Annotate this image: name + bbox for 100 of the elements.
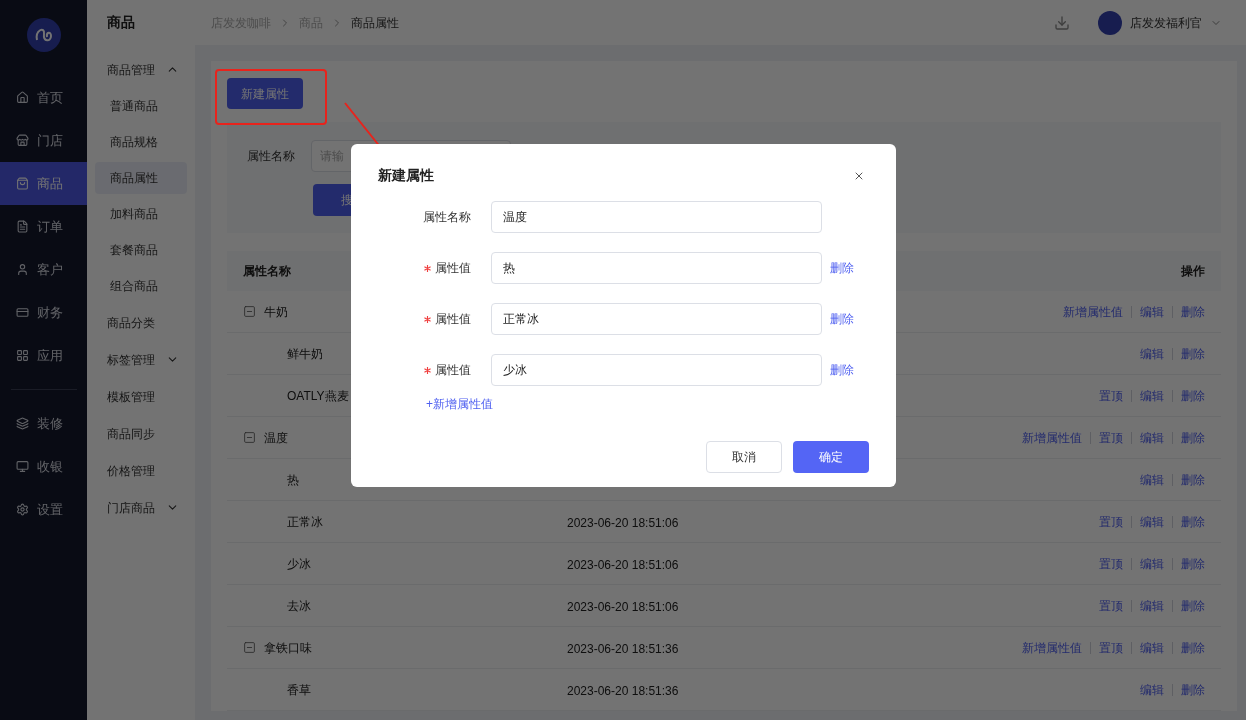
nav-item[interactable]: 商品 (0, 162, 87, 205)
input-field[interactable]: 温度 (491, 201, 822, 233)
action-link[interactable]: 编辑 (1140, 470, 1164, 489)
nav-item[interactable]: 首页 (0, 76, 87, 119)
document-icon (16, 220, 29, 233)
menu-item[interactable]: 套餐商品 (95, 234, 187, 266)
input-field[interactable]: 热 (491, 252, 822, 284)
confirm-button[interactable]: 确定 (793, 441, 869, 473)
action-link[interactable]: 删除 (1181, 596, 1205, 615)
action-link[interactable]: 编辑 (1140, 554, 1164, 573)
action-link[interactable]: 置顶 (1099, 596, 1123, 615)
menu-item[interactable]: 商品属性 (95, 162, 187, 194)
table-cell-text: OATLY燕麦 (287, 387, 349, 405)
table-cell-text: 温度 (264, 429, 288, 447)
nav-item[interactable]: 收银 (0, 445, 87, 488)
action-link[interactable]: 置顶 (1099, 428, 1123, 447)
table-cell-text: 正常冰 (287, 513, 323, 531)
action-link[interactable]: 置顶 (1099, 512, 1123, 531)
menu-item[interactable]: 商品同步 (95, 415, 187, 452)
menu-item[interactable]: 加料商品 (95, 198, 187, 230)
table-cell: 2023-06-20 18:51:06 (567, 557, 679, 572)
action-link[interactable]: 编辑 (1140, 386, 1164, 405)
user-icon (16, 263, 29, 276)
delete-link[interactable]: 删除 (830, 361, 854, 379)
monitor-icon (16, 460, 29, 473)
field-label: 属性名称 (423, 209, 471, 226)
add-value-link[interactable]: +新增属性值 (426, 395, 869, 413)
menu-item[interactable]: 模板管理 (95, 378, 187, 415)
action-link[interactable]: 删除 (1181, 554, 1205, 573)
action-link[interactable]: 置顶 (1099, 386, 1123, 405)
new-attribute-button[interactable]: 新建属性 (227, 78, 303, 109)
table-cell-text: 香草 (287, 681, 311, 699)
store-icon (16, 134, 29, 147)
breadcrumb-link[interactable]: 商品属性 (351, 13, 399, 32)
menu-item[interactable]: 商品规格 (95, 126, 187, 158)
menu-item[interactable]: 门店商品 (95, 489, 187, 526)
table-cell-text: 牛奶 (264, 303, 288, 321)
nav-item[interactable]: 设置 (0, 488, 87, 531)
action-link[interactable]: 置顶 (1099, 554, 1123, 573)
column-header: 属性名称 (243, 263, 291, 280)
action-link[interactable]: 编辑 (1140, 302, 1164, 321)
action-link[interactable]: 删除 (1181, 344, 1205, 363)
action-link[interactable]: 编辑 (1140, 344, 1164, 363)
action-link[interactable]: 新增属性值 (1022, 428, 1082, 447)
table-cell-text: 拿铁口味 (264, 639, 312, 657)
action-link[interactable]: 删除 (1181, 302, 1205, 321)
grid-icon (16, 349, 29, 362)
collapse-icon[interactable] (243, 431, 256, 444)
collapse-icon[interactable] (243, 641, 256, 654)
action-link[interactable]: 删除 (1181, 470, 1205, 489)
action-link[interactable]: 编辑 (1140, 428, 1164, 447)
action-link[interactable]: 编辑 (1140, 680, 1164, 699)
delete-link[interactable]: 删除 (830, 310, 854, 328)
section-title: 商品 (106, 13, 136, 32)
field-label: 属性值 (435, 311, 471, 328)
action-link[interactable]: 编辑 (1140, 512, 1164, 531)
bag-icon (16, 177, 29, 190)
card-icon (16, 306, 29, 319)
home-icon (16, 91, 29, 104)
download-icon[interactable] (1054, 14, 1070, 31)
layers-icon (16, 417, 29, 430)
collapse-icon[interactable] (243, 305, 256, 318)
action-link[interactable]: 新增属性值 (1063, 302, 1123, 321)
dialog-title: 新建属性 (378, 166, 434, 185)
action-link[interactable]: 删除 (1181, 680, 1205, 699)
delete-link[interactable]: 删除 (830, 259, 854, 277)
action-link[interactable]: 编辑 (1140, 638, 1164, 657)
menu-item[interactable]: 组合商品 (95, 270, 187, 302)
table-cell-text: 少冰 (287, 555, 311, 573)
field-label: 属性名称 (247, 148, 295, 165)
nav-item[interactable]: 客户 (0, 248, 87, 291)
nav-item[interactable]: 财务 (0, 291, 87, 334)
nav-item[interactable]: 门店 (0, 119, 87, 162)
input-field[interactable]: 正常冰 (491, 303, 822, 335)
table-cell-text: 去冰 (287, 597, 311, 615)
settings-icon (16, 503, 29, 516)
menu-item[interactable]: 普通商品 (95, 90, 187, 122)
nav-item[interactable]: 应用 (0, 334, 87, 377)
column-header: 操作 (1181, 263, 1205, 280)
user-name[interactable]: 店发发福利官 (1130, 13, 1202, 32)
input-field[interactable]: 少冰 (491, 354, 822, 386)
table-cell: 2023-06-20 18:51:36 (567, 641, 679, 656)
action-link[interactable]: 删除 (1181, 428, 1205, 447)
table-cell: 2023-06-20 18:51:36 (567, 683, 679, 698)
nav-item[interactable]: 装修 (0, 402, 87, 445)
nav-item[interactable]: 订单 (0, 205, 87, 248)
table-cell-text: 热 (287, 471, 299, 489)
action-link[interactable]: 编辑 (1140, 596, 1164, 615)
action-link[interactable]: 删除 (1181, 386, 1205, 405)
action-link[interactable]: 删除 (1181, 638, 1205, 657)
action-link[interactable]: 置顶 (1099, 638, 1123, 657)
action-link[interactable]: 新增属性值 (1022, 638, 1082, 657)
table-cell: 2023-06-20 18:51:06 (567, 515, 679, 530)
table-cell: 2023-06-20 18:51:06 (567, 599, 679, 614)
menu-item[interactable]: 商品管理 (95, 51, 187, 88)
menu-item[interactable]: 价格管理 (95, 452, 187, 489)
menu-item[interactable]: 标签管理 (95, 341, 187, 378)
action-link[interactable]: 删除 (1181, 512, 1205, 531)
cancel-button[interactable]: 取消 (706, 441, 782, 473)
menu-item[interactable]: 商品分类 (95, 304, 187, 341)
